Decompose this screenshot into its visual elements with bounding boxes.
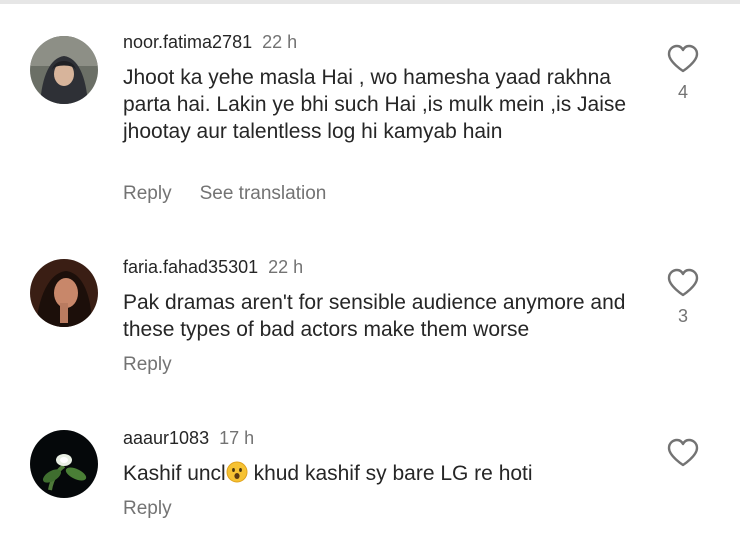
comment-actions: Reply See translation bbox=[123, 183, 326, 205]
top-divider bbox=[0, 0, 740, 4]
like-count: 4 bbox=[677, 82, 688, 102]
avatar[interactable] bbox=[30, 36, 98, 104]
avatar[interactable] bbox=[30, 430, 98, 498]
comment-text: Kashif uncl khud kashif sy bare LG re ho… bbox=[123, 460, 663, 487]
comment-actions: Reply bbox=[123, 354, 172, 376]
comment-text: Jhoot ka yehe masla Hai , wo hamesha yaa… bbox=[123, 66, 627, 143]
reply-button[interactable]: Reply bbox=[123, 183, 172, 204]
hushed-face-emoji bbox=[226, 461, 248, 483]
timestamp: 22 h bbox=[268, 257, 304, 277]
comment-text: Pak dramas aren't for sensible audience … bbox=[123, 291, 626, 341]
username[interactable]: noor.fatima2781 bbox=[123, 32, 252, 52]
timestamp: 17 h bbox=[219, 428, 255, 448]
heart-outline-icon[interactable] bbox=[666, 268, 700, 298]
reply-button[interactable]: Reply bbox=[123, 498, 172, 519]
like-count: 3 bbox=[677, 306, 688, 326]
comment-text-part: Kashif uncl bbox=[123, 462, 226, 485]
comment-actions: Reply bbox=[123, 498, 172, 520]
see-translation-button[interactable]: See translation bbox=[200, 183, 327, 204]
username[interactable]: faria.fahad35301 bbox=[123, 257, 258, 277]
username[interactable]: aaaur1083 bbox=[123, 428, 209, 448]
comment-meta: aaaur1083 17 h bbox=[123, 427, 254, 449]
heart-outline-icon[interactable] bbox=[666, 438, 700, 468]
reply-button[interactable]: Reply bbox=[123, 354, 172, 375]
heart-outline-icon[interactable] bbox=[666, 44, 700, 74]
comment-text-part: khud kashif sy bare LG re hoti bbox=[247, 462, 533, 485]
avatar[interactable] bbox=[30, 259, 98, 327]
comment-meta: noor.fatima2781 22 h bbox=[123, 31, 297, 53]
comment-meta: faria.fahad35301 22 h bbox=[123, 256, 303, 278]
timestamp: 22 h bbox=[262, 32, 298, 52]
